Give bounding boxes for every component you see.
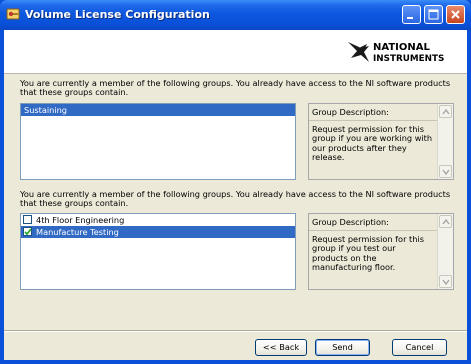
list-item-label: Sustaining	[24, 105, 68, 115]
footer-separator	[4, 330, 467, 331]
description-divider	[309, 120, 437, 121]
description-text: Request permission for this group if you…	[312, 124, 433, 163]
section2-intro: You are currently a member of the follow…	[20, 189, 451, 208]
list-item-label: Manufacture Testing	[36, 227, 119, 237]
list-item[interactable]: 4th Floor Engineering	[21, 214, 295, 226]
list-item-label: 4th Floor Engineering	[36, 215, 125, 225]
description-header: Group Description:	[312, 107, 389, 117]
chevron-down-icon	[442, 279, 450, 285]
back-button[interactable]: << Back	[255, 339, 307, 356]
checkbox[interactable]	[23, 227, 32, 236]
scroll-up-button[interactable]	[439, 105, 452, 118]
description-text: Request permission for this group if you…	[312, 234, 424, 273]
checkmark-icon	[24, 228, 32, 236]
logo-line-national: NATIONAL	[373, 42, 430, 53]
dialog-client-area: NATIONAL INSTRUMENTS You are currently a…	[4, 30, 467, 360]
send-button[interactable]: Send	[315, 339, 370, 356]
close-button[interactable]	[446, 5, 465, 24]
chevron-up-icon	[442, 109, 450, 115]
scroll-down-button[interactable]	[439, 165, 452, 178]
group-list-current[interactable]: Sustaining	[20, 103, 296, 180]
minimize-button[interactable]	[402, 5, 421, 24]
scroll-up-button[interactable]	[439, 215, 452, 228]
key-app-icon	[6, 7, 21, 22]
list-item[interactable]: Manufacture Testing	[21, 226, 295, 238]
logo-line-instruments: INSTRUMENTS	[373, 54, 444, 64]
group-description-panel-1: Group Description: Request permission fo…	[308, 103, 454, 180]
window-title: Volume License Configuration	[25, 8, 210, 21]
description-scrollbar[interactable]	[437, 104, 453, 179]
group-list-available[interactable]: 4th Floor Engineering Manufacture Testin…	[20, 213, 296, 290]
description-header: Group Description:	[312, 217, 389, 227]
list-item[interactable]: Sustaining	[21, 104, 295, 116]
dialog-window: Volume License Configuration NATIONAL IN…	[0, 0, 471, 364]
header-banner: NATIONAL INSTRUMENTS	[4, 30, 467, 74]
scroll-down-button[interactable]	[439, 275, 452, 288]
maximize-button[interactable]	[424, 5, 443, 24]
group-description-panel-2: Group Description: Request permission fo…	[308, 213, 454, 290]
checkbox[interactable]	[23, 215, 32, 224]
section1-intro: You are currently a member of the follow…	[20, 78, 451, 97]
maximize-icon	[428, 9, 439, 20]
close-icon	[451, 10, 460, 19]
ni-eagle-logo: NATIONAL INSTRUMENTS	[348, 42, 444, 64]
description-scrollbar[interactable]	[437, 214, 453, 289]
title-bar[interactable]: Volume License Configuration	[0, 0, 471, 30]
minimize-icon	[407, 17, 413, 19]
chevron-up-icon	[442, 219, 450, 225]
cancel-button[interactable]: Cancel	[392, 339, 447, 356]
description-divider	[309, 230, 437, 231]
chevron-down-icon	[442, 169, 450, 175]
